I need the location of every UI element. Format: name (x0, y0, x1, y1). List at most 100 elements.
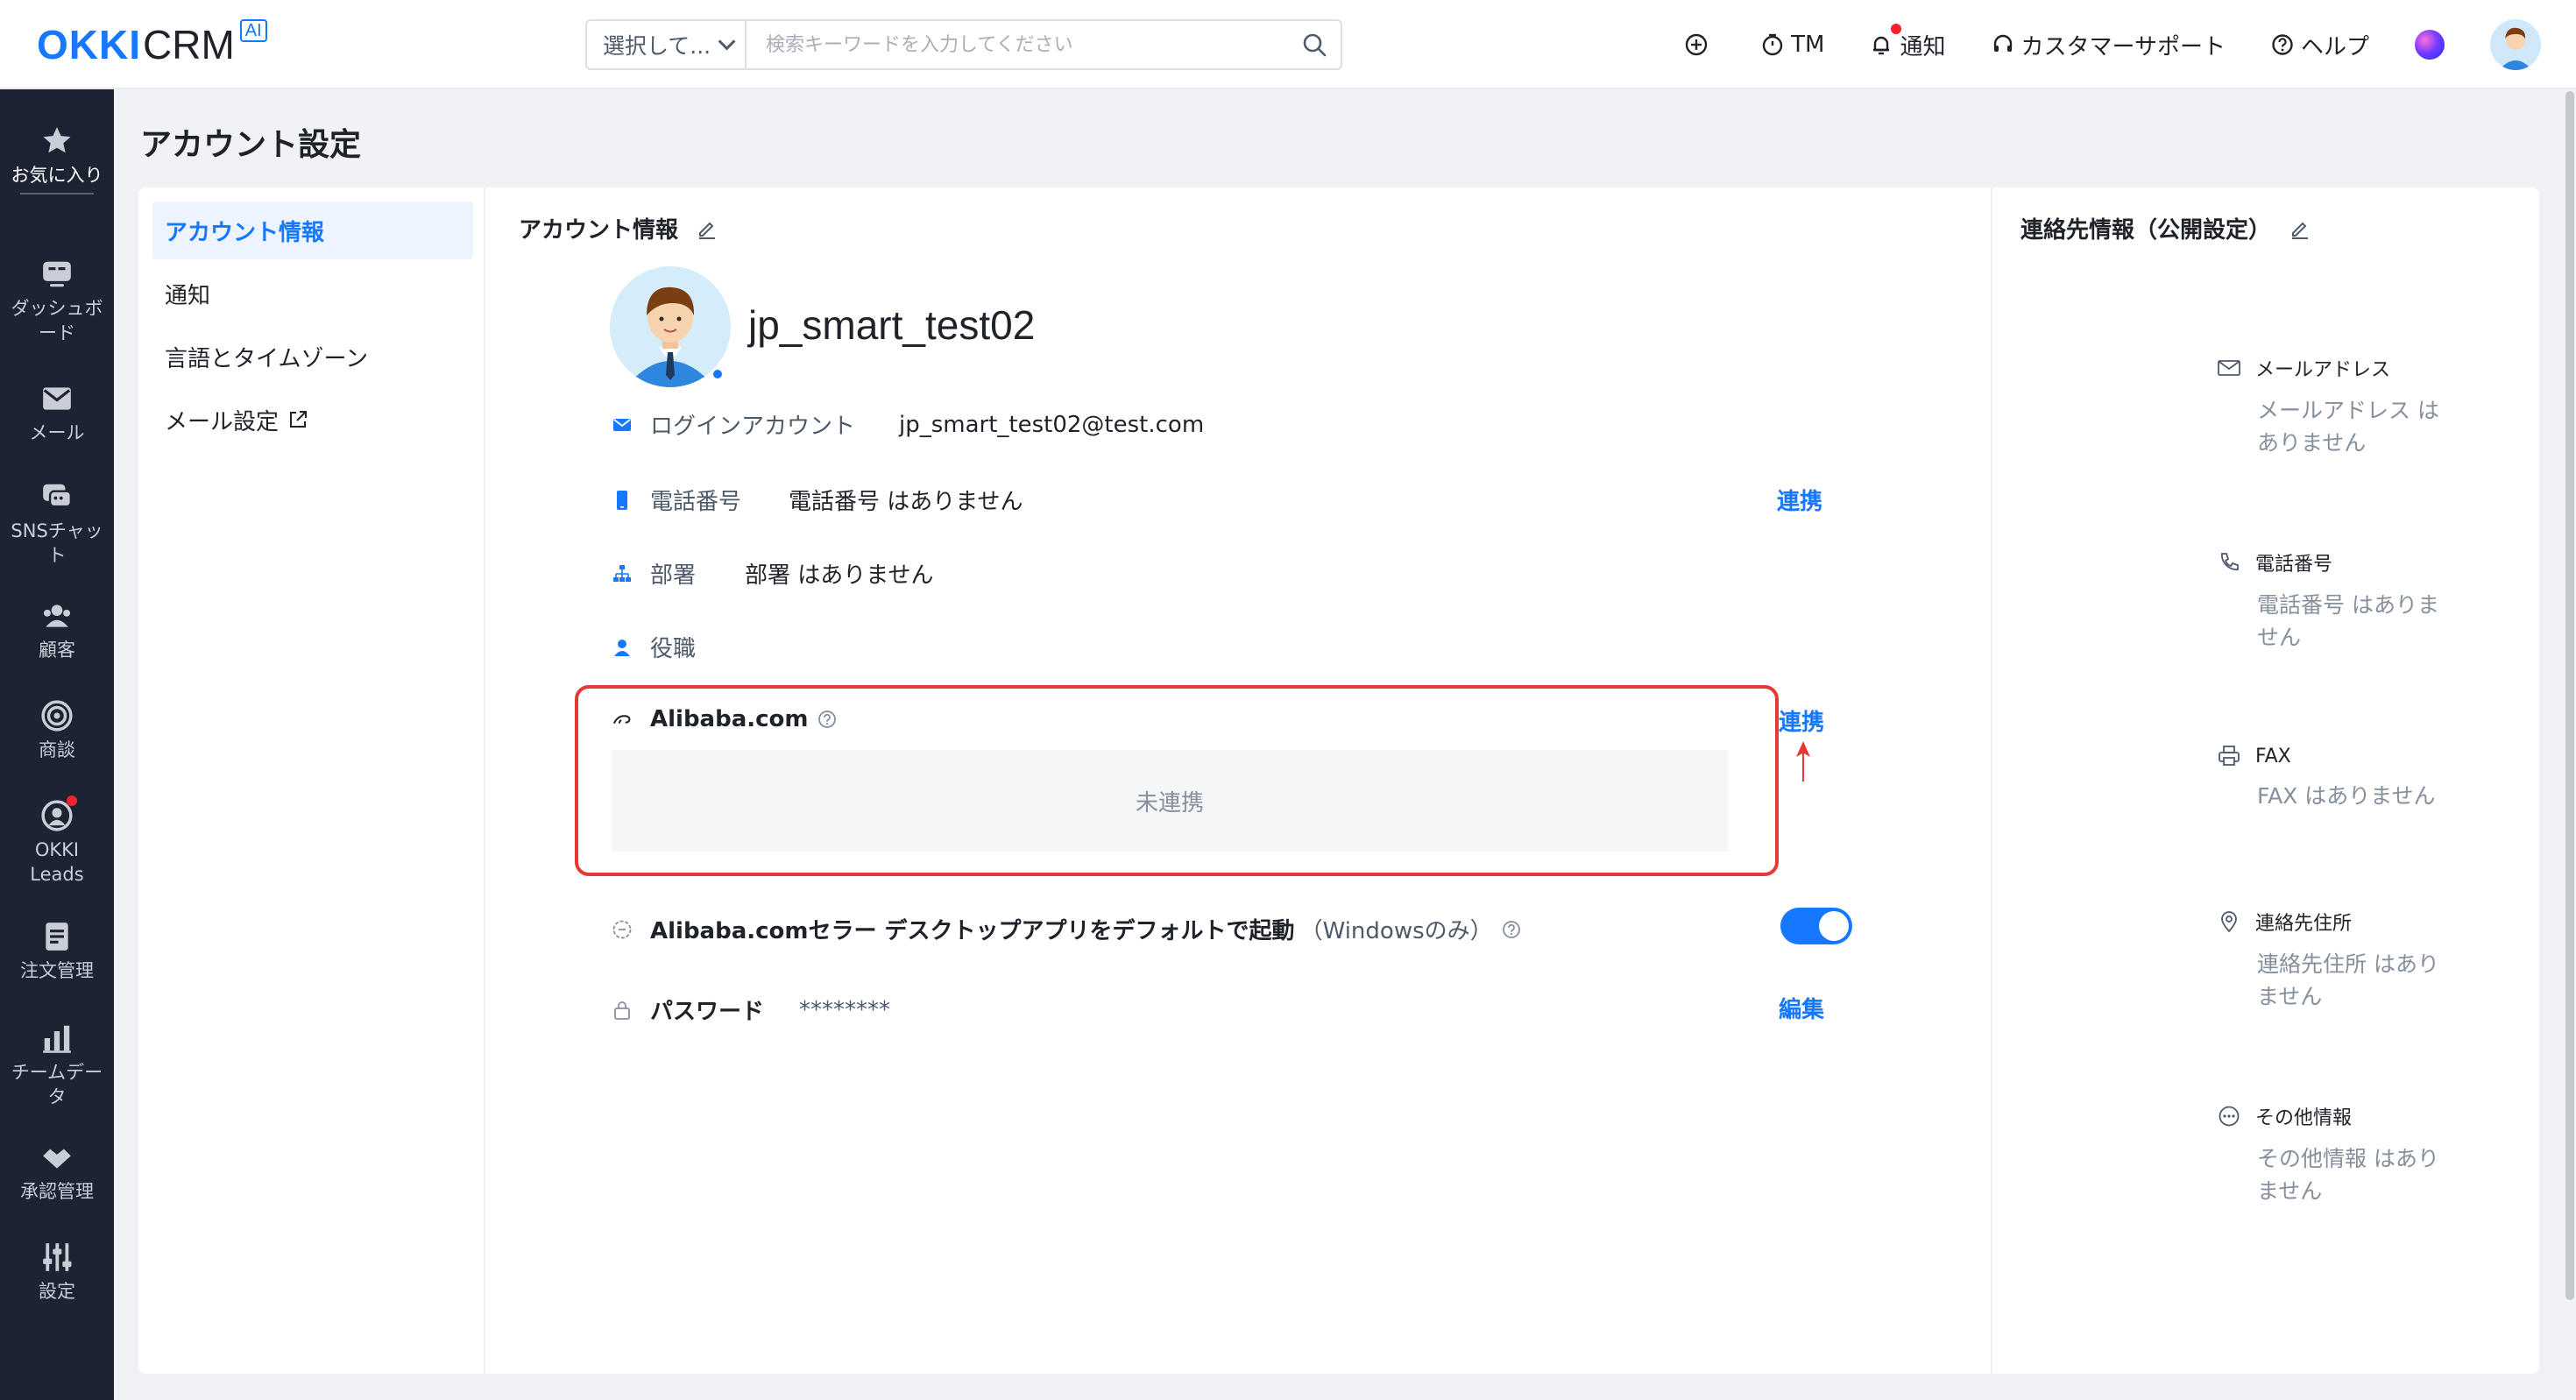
clock-dashed-icon (612, 920, 632, 938)
contact-info-title-text: 連絡先情報（公開設定） (2020, 217, 2272, 244)
global-search: 選択して... (585, 19, 1342, 70)
edit-pencil-icon[interactable] (696, 217, 718, 240)
sidebar-label: 顧客 (39, 640, 75, 661)
department-value: 部署 はありません (745, 562, 934, 589)
sidebar-item-approval[interactable]: 承認管理 (0, 1141, 114, 1204)
add-button[interactable] (1684, 32, 1716, 57)
external-link-icon (290, 411, 308, 428)
contact-value: メールアドレス はありません (2257, 398, 2439, 456)
settings-menu: アカウント情報 通知 言語とタイムゾーン メール設定 (138, 187, 485, 1374)
headset-icon (1993, 34, 2012, 52)
sidebar-item-okki-leads[interactable]: OKKI Leads (0, 795, 114, 887)
contact-info-panel: 連絡先情報（公開設定） メールアドレス メールアドレス はありません 電話番号 … (1994, 187, 2539, 1374)
sidebar-item-deals[interactable]: 商談 (0, 699, 114, 762)
sidebar-item-favorites[interactable]: お気に入り (0, 124, 114, 194)
username: jp_smart_test02 (748, 302, 1036, 348)
phone-label: 電話番号 (650, 489, 742, 515)
sidebar-item-orders[interactable]: 注文管理 (0, 920, 114, 983)
org-chart-icon (613, 564, 631, 582)
customer-support-button[interactable]: カスタマーサポート (1992, 29, 2226, 61)
search-input[interactable] (747, 21, 1288, 68)
login-account-row: ログインアカウント jp_smart_test02@test.com (612, 408, 1204, 441)
approval-icon (43, 1149, 71, 1169)
red-arrow-up-icon (1796, 741, 1810, 781)
menu-item-language-timezone[interactable]: 言語とタイムゾーン (152, 328, 473, 385)
mobile-phone-icon (617, 490, 627, 510)
notification-label: 通知 (1900, 33, 1946, 60)
tm-button[interactable]: TM (1761, 32, 1824, 58)
ai-assistant-orb-icon[interactable] (2415, 30, 2445, 60)
settings-icon (43, 1243, 72, 1271)
contact-value: FAX はありません (2257, 783, 2436, 809)
search-scope-select[interactable]: 選択して... (587, 21, 747, 68)
chevron-down-icon (718, 32, 736, 51)
support-label: カスタマーサポート (2020, 33, 2226, 60)
help-button[interactable]: ヘルプ (2271, 29, 2369, 61)
department-label: 部署 (650, 562, 697, 589)
sidebar-label: メール (29, 422, 85, 443)
online-status-dot (711, 368, 724, 380)
contact-address: 連絡先住所 連絡先住所 はありません (2217, 908, 2515, 1013)
contact-label: 連絡先住所 (2255, 913, 2353, 935)
dashboard-icon (43, 261, 71, 287)
account-info-title-text: アカウント情報 (519, 217, 679, 244)
sidebar-label: 注文管理 (20, 960, 94, 981)
envelope-icon (2218, 360, 2240, 376)
sidebar-item-mail[interactable]: メール (0, 382, 114, 445)
page-title: アカウント設定 (140, 127, 362, 163)
user-avatar[interactable] (2490, 19, 2541, 70)
notification-dot (1891, 23, 1902, 34)
fax-icon (2219, 746, 2240, 766)
help-circle-icon[interactable] (1502, 920, 1521, 939)
contact-label: その他情報 (2255, 1107, 2353, 1129)
search-scope-label: 選択して... (603, 33, 711, 59)
notification-button[interactable]: 通知 (1870, 23, 1946, 61)
page-scrollbar-thumb[interactable] (2565, 91, 2574, 1300)
menu-item-label: 言語とタイムゾーン (165, 345, 369, 372)
contact-fax: FAX FAX はありません (2217, 745, 2515, 812)
sidebar-item-team-data[interactable]: チームデータ (0, 1022, 114, 1109)
star-icon (43, 127, 71, 153)
sidebar-item-customers[interactable]: 顧客 (0, 599, 114, 662)
phone-value: 電話番号 はありません (789, 489, 1023, 515)
login-account-value: jp_smart_test02@test.com (899, 411, 1205, 438)
contact-value: 連絡先住所 はありません (2257, 951, 2439, 1009)
phone-row: 電話番号 電話番号 はありません (612, 484, 1023, 516)
location-icon (2221, 911, 2237, 933)
top-nav: TM 通知 カスタマーサポート ヘルプ (1684, 0, 2576, 89)
login-account-label: ログインアカウント (650, 414, 856, 440)
password-edit-button[interactable]: 編集 (1779, 992, 1824, 1024)
contact-email: メールアドレス メールアドレス はありません (2217, 354, 2515, 459)
role-row: 役職 (612, 631, 696, 663)
logo-main: OKKI (37, 22, 141, 67)
edit-pencil-icon[interactable] (2289, 217, 2311, 240)
sidebar-item-settings[interactable]: 設定 (0, 1241, 114, 1304)
alibaba-link-button[interactable]: 連携 (1779, 704, 1824, 737)
search-icon[interactable] (1288, 21, 1341, 68)
password-value: ******** (799, 996, 890, 1023)
role-label: 役職 (650, 636, 697, 662)
okki-crm-logo[interactable]: OKKI CRM AI (37, 19, 267, 67)
sidebar-label: 承認管理 (20, 1181, 94, 1202)
phone-icon (2221, 553, 2239, 570)
menu-item-mail-settings[interactable]: メール設定 (152, 391, 473, 449)
menu-item-account-info[interactable]: アカウント情報 (152, 202, 473, 259)
phone-link-button[interactable]: 連携 (1777, 484, 1822, 516)
logo-sub: CRM (143, 22, 235, 67)
contact-other: その他情報 その他情報 はありません (2217, 1102, 2515, 1207)
lock-icon (614, 1001, 630, 1020)
sidebar-label: 商談 (39, 739, 75, 760)
menu-item-notifications[interactable]: 通知 (152, 265, 473, 322)
help-circle-icon (2272, 34, 2293, 55)
sidebar-item-sns-chat[interactable]: SNSチャット (0, 480, 114, 568)
desktop-app-toggle[interactable] (1780, 908, 1852, 944)
customers-icon (43, 605, 71, 627)
sidebar-item-dashboard[interactable]: ダッシュボード (0, 258, 114, 345)
person-icon (614, 639, 630, 656)
profile-avatar[interactable] (610, 266, 731, 387)
sidebar-label: お気に入り (11, 165, 103, 186)
department-row: 部署 部署 はありません (612, 557, 934, 590)
menu-item-label: アカウント情報 (165, 219, 325, 246)
plus-circle-icon (1685, 33, 1708, 56)
leads-badge-dot (67, 795, 77, 806)
